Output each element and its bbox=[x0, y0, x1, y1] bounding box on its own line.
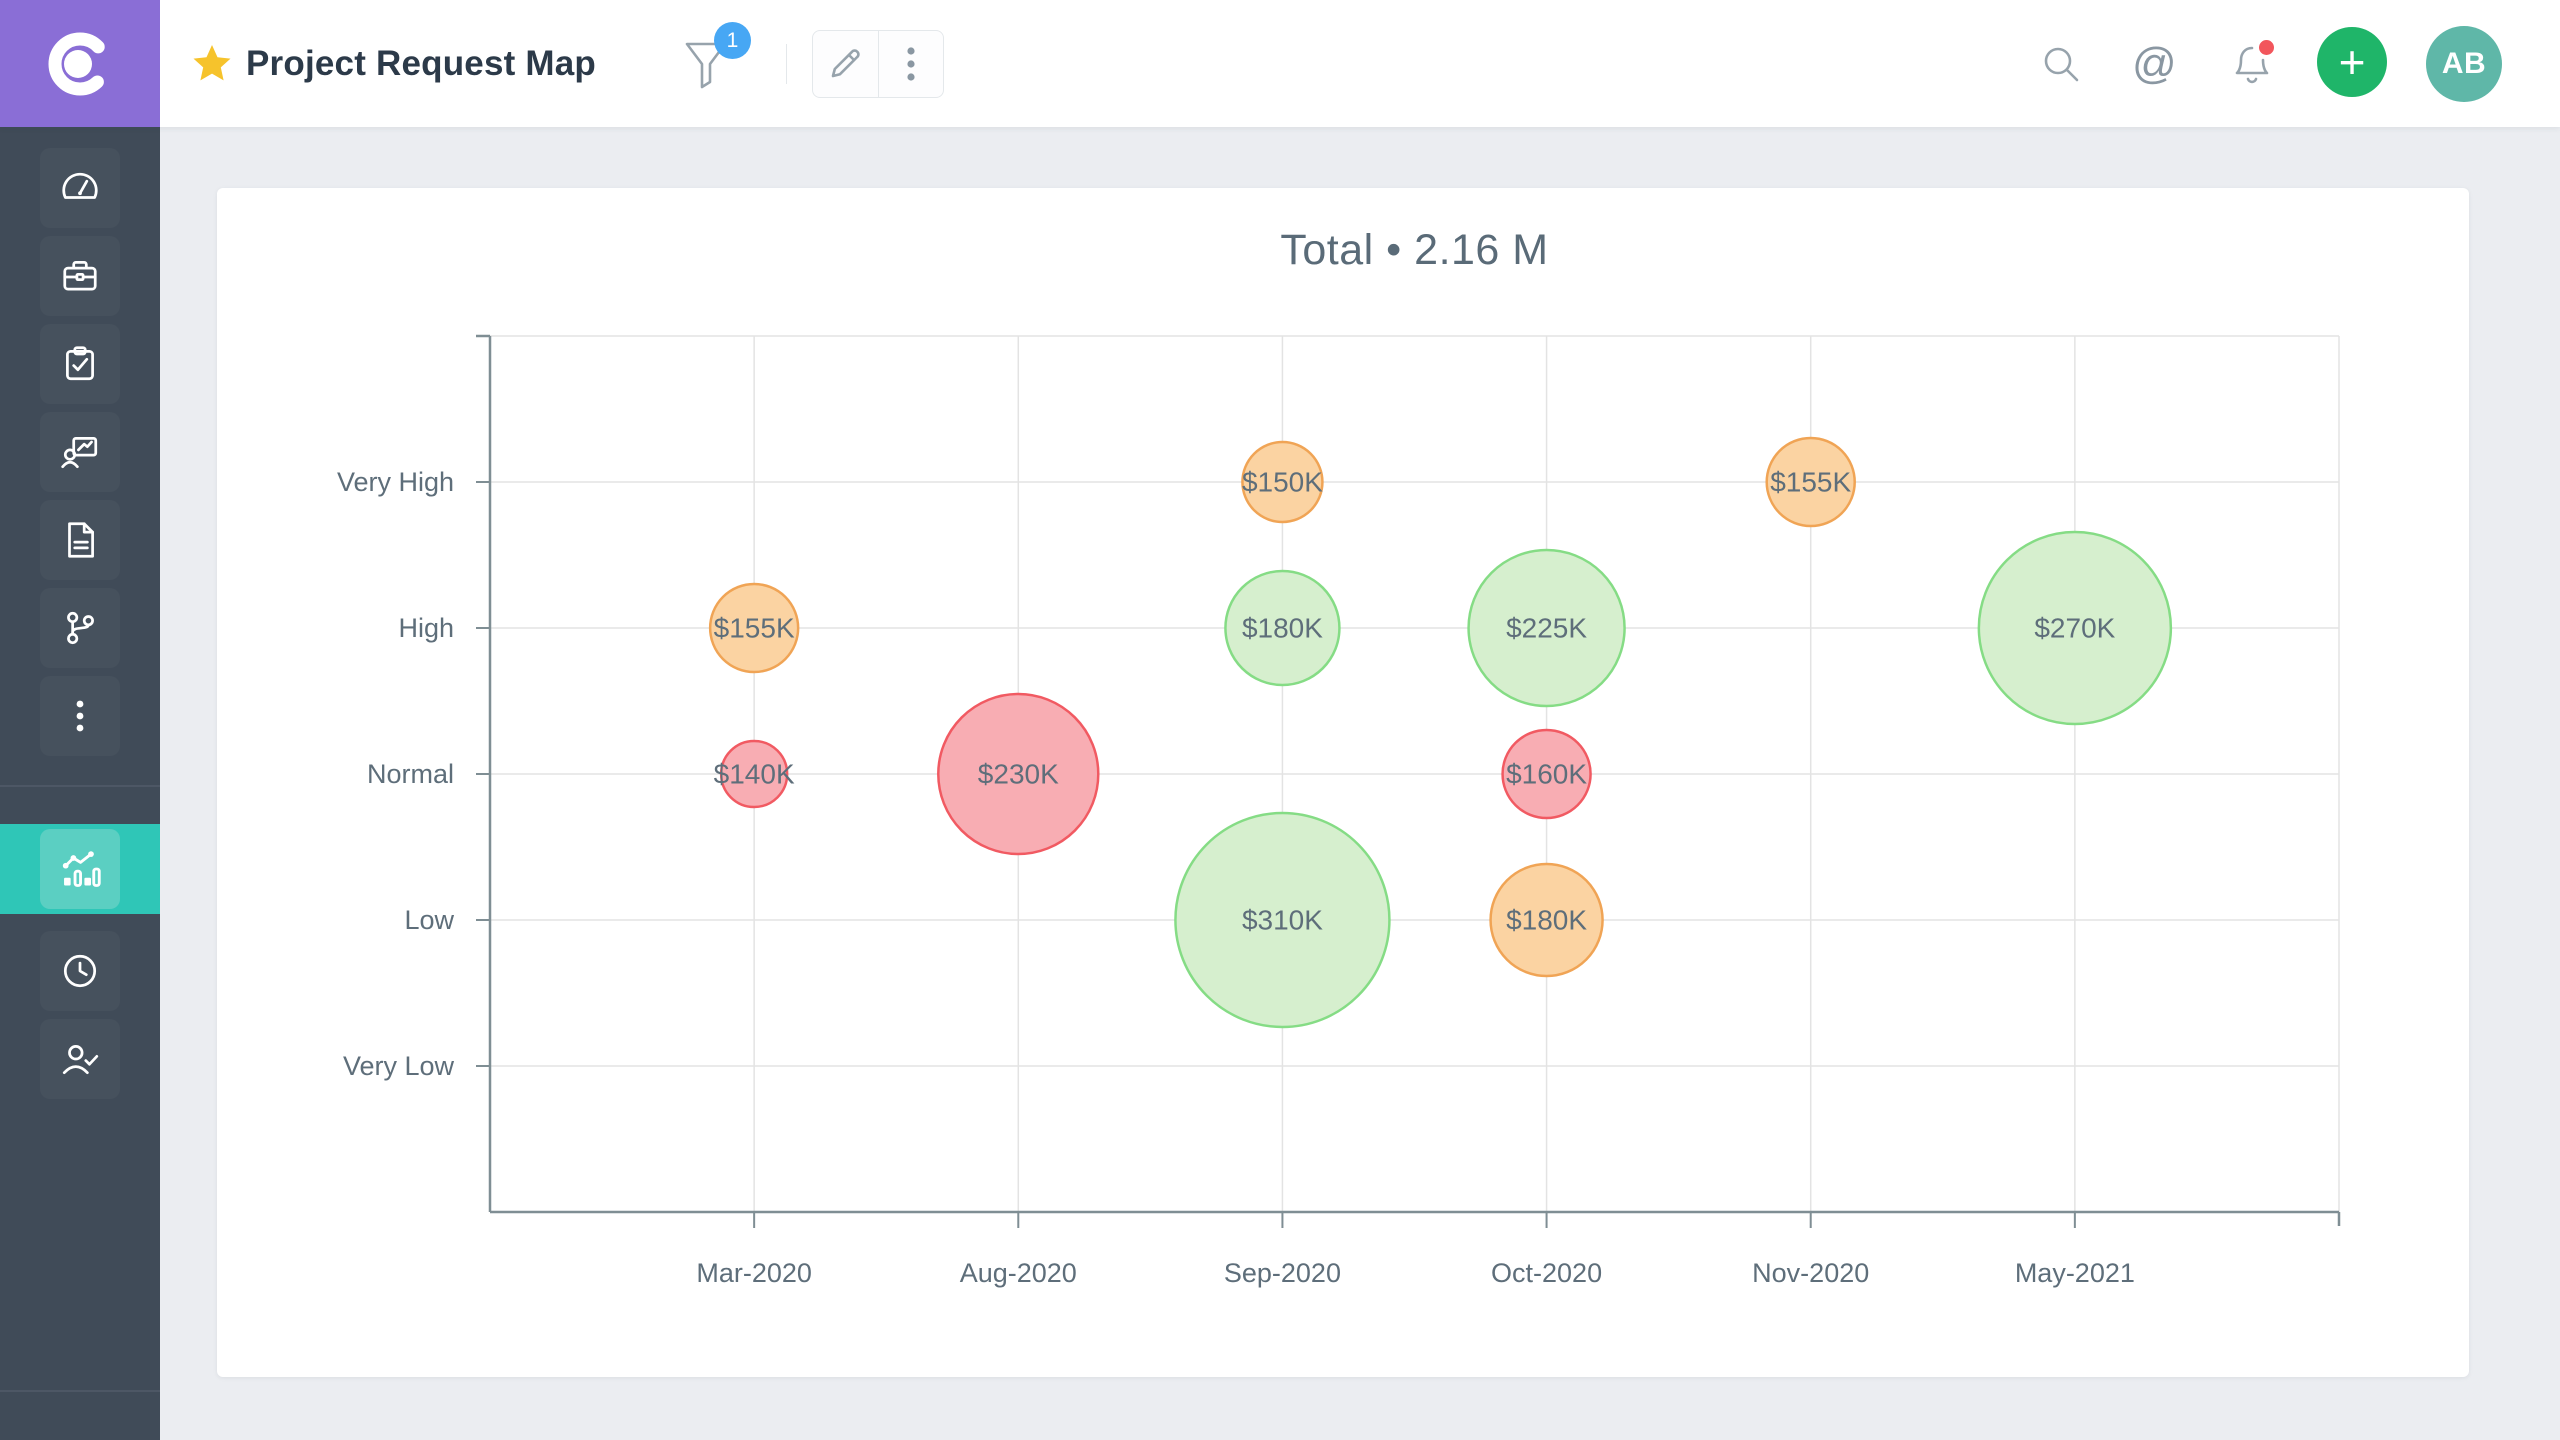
y-axis-label: Low bbox=[404, 905, 454, 935]
bubble-label: $230K bbox=[978, 759, 1059, 790]
branch-icon bbox=[59, 607, 101, 649]
y-axis-label: Normal bbox=[367, 759, 454, 789]
sidebar-item-tasks[interactable] bbox=[40, 324, 120, 404]
user-avatar[interactable]: AB bbox=[2426, 26, 2502, 102]
y-axis-label: High bbox=[398, 613, 454, 643]
search-icon[interactable] bbox=[2039, 42, 2083, 86]
y-axis-label: Very High bbox=[337, 467, 454, 497]
logo-c-icon bbox=[38, 22, 122, 106]
sidebar-divider-bottom bbox=[0, 1390, 160, 1392]
bubble-label: $180K bbox=[1506, 905, 1587, 936]
x-axis-label: Aug-2020 bbox=[960, 1258, 1077, 1288]
bubble-label: $180K bbox=[1242, 613, 1323, 644]
sidebar-item-workflow[interactable] bbox=[40, 588, 120, 668]
sidebar-nav bbox=[0, 127, 160, 1440]
x-axis-label: Nov-2020 bbox=[1752, 1258, 1869, 1288]
edit-button[interactable] bbox=[813, 31, 878, 97]
bubble-label: $155K bbox=[714, 613, 795, 644]
sidebar-item-timesheets[interactable] bbox=[40, 931, 120, 1011]
sidebar-item-approvals[interactable] bbox=[40, 1019, 120, 1099]
page-title: Project Request Map bbox=[246, 44, 596, 84]
mentions-icon[interactable]: @ bbox=[2132, 42, 2176, 86]
clipboard-check-icon bbox=[59, 343, 101, 385]
sidebar-item-resources[interactable] bbox=[40, 412, 120, 492]
add-button[interactable]: + bbox=[2317, 27, 2387, 97]
active-item-highlight bbox=[40, 829, 120, 909]
x-axis-label: May-2021 bbox=[2015, 1258, 2135, 1288]
filter-count-badge: 1 bbox=[714, 22, 751, 59]
clock-icon bbox=[59, 950, 101, 992]
person-chart-icon bbox=[59, 431, 101, 473]
x-axis-label: Mar-2020 bbox=[696, 1258, 812, 1288]
user-check-icon bbox=[59, 1038, 101, 1080]
bubble-label: $225K bbox=[1506, 613, 1587, 644]
x-axis-label: Oct-2020 bbox=[1491, 1258, 1602, 1288]
sidebar-item-analytics-active[interactable] bbox=[0, 824, 160, 914]
sidebar-item-dashboard[interactable] bbox=[40, 148, 120, 228]
sidebar-item-reports-doc[interactable] bbox=[40, 500, 120, 580]
sidebar-item-projects[interactable] bbox=[40, 236, 120, 316]
bubble-label: $155K bbox=[1770, 467, 1851, 498]
more-options-button[interactable] bbox=[878, 31, 944, 97]
kebab-menu-icon bbox=[905, 44, 917, 84]
top-header: Project Request Map 1 @ bbox=[0, 0, 2560, 127]
favorite-star-icon[interactable] bbox=[192, 43, 232, 83]
dashboard-gauge-icon bbox=[59, 167, 101, 209]
y-axis-label: Very Low bbox=[343, 1051, 455, 1081]
notifications-button[interactable] bbox=[2228, 40, 2276, 90]
app-logo[interactable] bbox=[0, 0, 160, 127]
briefcase-icon bbox=[59, 255, 101, 297]
x-axis-label: Sep-2020 bbox=[1224, 1258, 1341, 1288]
sidebar-item-more[interactable] bbox=[40, 676, 120, 756]
document-icon bbox=[59, 519, 101, 561]
analytics-chart-icon bbox=[58, 847, 102, 891]
bubble-label: $150K bbox=[1242, 467, 1323, 498]
pencil-icon bbox=[825, 44, 865, 84]
view-actions-group bbox=[812, 30, 944, 98]
bubble-label: $310K bbox=[1242, 905, 1323, 936]
bubble-label: $160K bbox=[1506, 759, 1587, 790]
bubble-chart: Very High High Normal Low Very Low Mar-2020 Au… bbox=[217, 188, 2469, 1377]
notification-dot bbox=[2259, 40, 2274, 55]
header-divider bbox=[786, 44, 787, 84]
report-card: Total • 2.16 M Very HighHighNormalLowVer… bbox=[217, 188, 2469, 1377]
bubble-label: $140K bbox=[714, 759, 795, 790]
bubble-label: $270K bbox=[2034, 613, 2115, 644]
sidebar-divider-top bbox=[0, 785, 160, 787]
ellipsis-icon bbox=[74, 695, 86, 737]
